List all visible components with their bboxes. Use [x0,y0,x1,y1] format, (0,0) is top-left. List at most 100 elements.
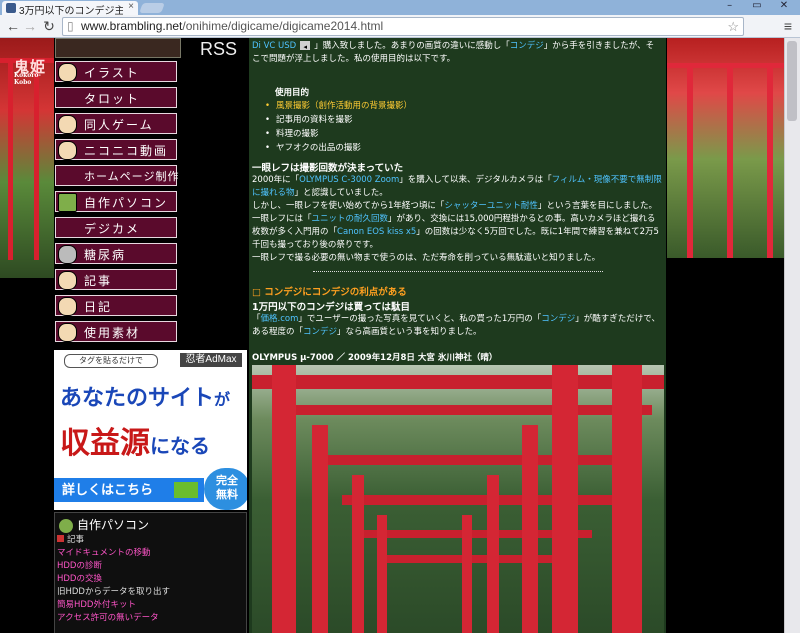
purpose-title: 使用目的 [275,88,310,98]
photo-caption: OLYMPUS μ-7000 ／ 2009年12月8日 大宮 氷川神社（晴） [252,353,498,363]
menu-item-niconico[interactable]: ニコニコ動画 [55,139,177,160]
sidebar-link-list: 記事 マイドキュメントの移動 HDDの診断 HDDの交換 旧HDDからデータを取… [57,534,170,625]
menu-item-tarot[interactable]: タロット [55,87,177,108]
inline-link[interactable]: Di VC USD [252,41,296,51]
url-host: www.brambling.net [81,19,183,33]
inline-link[interactable]: OLYMPUS C-3000 Zoom [299,175,399,185]
forward-arrow-icon[interactable]: → [22,18,38,34]
menu-item-label: タロット [84,92,141,106]
ad-banner[interactable]: タグを貼るだけで 忍者AdMax あなたのサイトが 収益源になる 詳しくはこちら… [54,350,247,510]
inline-link[interactable]: コンデジ [541,314,575,324]
menu-item-label: 同人ゲーム [84,118,154,132]
menu-item-label: 使用素材 [84,326,141,340]
window-controls: – ▭ ✕ [718,0,796,12]
logo-subtext: Kokoro-Kobo [14,72,41,86]
menu-item-label: 記事 [84,274,113,288]
menu-item-articles[interactable]: 記事 [55,269,177,290]
list-item: ヤフオクの出品の撮影 [265,141,412,155]
pc-icon [59,518,73,533]
rss-link[interactable]: RSS [200,39,237,60]
ad-free-badge: 完全 無料 [204,468,247,510]
list-item[interactable]: 簡易HDD外付キット [57,599,170,612]
ad-brand: 忍者AdMax [180,353,242,367]
sidebar-section: 自作パソコン 記事 マイドキュメントの移動 HDDの診断 HDDの交換 旧HDD… [54,512,247,633]
menu-item-homepage[interactable]: ホームページ制作 [55,165,180,186]
bookmark-star-icon[interactable]: ☆ [727,18,739,35]
maximize-icon[interactable]: ▭ [745,0,769,11]
banner-strip [55,38,181,58]
inline-link[interactable]: ユニットの耐久回数 [312,214,389,224]
tab-strip: 3万円以下のコンデジ主… × – ▭ ✕ [0,0,800,17]
ad-headline-2: 収益源になる [60,427,210,460]
inline-link[interactable]: Canon EOS kiss x5 [337,227,416,237]
new-tab-button[interactable] [139,3,165,13]
menu-item-jisaku-pc[interactable]: 自作パソコン [55,191,177,212]
reload-icon[interactable]: ↻ [41,18,57,34]
divider [313,271,603,272]
list-item: 旧HDDからデータを取り出す [57,587,170,597]
inline-link[interactable]: シャッターユニット耐性 [444,201,538,211]
list-item: 記事 [57,534,170,547]
minimize-icon[interactable]: – [718,0,742,11]
inline-link[interactable]: コンデジ [303,327,337,337]
menu-item-illust[interactable]: イラスト [55,61,177,82]
pc-icon [58,193,77,212]
menu-item-label: 糖尿病 [84,248,127,262]
menu-item-diabetes[interactable]: 糖尿病 [55,243,177,264]
menu-item-label: 日記 [84,300,113,314]
menu-icon[interactable]: ≡ [784,18,792,34]
character-icon [58,323,77,342]
inline-link[interactable]: コンデジ [510,41,544,51]
character-icon [58,141,77,160]
back-arrow-icon[interactable]: ← [5,18,21,34]
arrow-icon [174,482,198,498]
purpose-list: 風景撮影（創作活動用の背景撮影） 記事用の資料を撮影 料理の撮影 ヤフオクの出品… [265,99,412,155]
page-viewport: 鬼姫 Kokoro-Kobo RSS イラスト タロット 同人ゲーム ニコニコ動… [0,38,785,633]
menu-item-label: ホームページ制作 [84,170,180,183]
browser-tab[interactable]: 3万円以下のコンデジ主… × [2,1,138,17]
menu-item-label: デジカメ [84,222,141,236]
article-content: Di VC USD ◂ 」購入致しました。あまりの画質の違いに感動し「コンデジ」から… [249,38,666,633]
list-item[interactable]: アクセス許可の無いデータ [57,612,170,625]
menu-item-label: イラスト [84,66,140,80]
character-icon [58,271,77,290]
menu-item-diary[interactable]: 日記 [55,295,177,316]
paragraph: 「価格.com」でユーザーの撮った写真を見ていくと、私の買った1万円の「コンデジ… [252,314,660,337]
inline-link[interactable]: 価格.com [261,314,299,324]
site-logo[interactable]: 鬼姫 Kokoro-Kobo [14,56,54,86]
page-icon: ▯ [67,19,74,33]
torii-photo[interactable] [252,365,664,633]
section-heading: 一眼レフは撮影回数が決まっていた [252,163,404,174]
ad-headline-1: あなたのサイトが [60,385,231,410]
list-item: 風景撮影（創作活動用の背景撮影） [265,99,412,113]
list-item[interactable]: HDDの診断 [57,560,170,573]
meter-icon [58,245,77,264]
tab-close-icon[interactable]: × [128,1,134,12]
section-heading: 1万円以下のコンデジは買っては駄目 [252,302,410,313]
vertical-scrollbar[interactable] [784,38,800,633]
menu-item-digicame[interactable]: デジカメ [55,217,177,238]
address-bar[interactable]: ▯ www.brambling.net/onihime/digicame/digi… [62,17,744,36]
character-icon [58,297,77,316]
list-item[interactable]: マイドキュメントの移動 [57,547,170,560]
paragraph: 2000年に「OLYMPUS C-3000 Zoom」を購入して以来、デジタルカ… [252,175,662,263]
menu-item-label: 自作パソコン [84,196,169,210]
scrollbar-thumb[interactable] [787,41,797,121]
sidebar-section-title: 自作パソコン [59,516,149,534]
list-item: 記事用の資料を撮影 [265,113,412,127]
menu-item-label: ニコニコ動画 [84,144,169,158]
browser-toolbar: ← → ↻ ▯ www.brambling.net/onihime/digicam… [0,15,800,38]
favicon-icon [6,3,16,13]
ad-cta-button[interactable]: 詳しくはこちら [54,478,204,502]
list-item: 料理の撮影 [265,127,412,141]
section-heading: □ コンデジにコンデジの利点がある [252,287,407,298]
image-popup-icon[interactable]: ◂ [300,41,311,51]
close-window-icon[interactable]: ✕ [772,0,796,11]
ad-pill: タグを貼るだけで [64,354,158,368]
menu-item-doujin-game[interactable]: 同人ゲーム [55,113,177,134]
character-icon [58,63,77,82]
character-icon [58,115,77,134]
list-item[interactable]: HDDの交換 [57,573,170,586]
url-path: /onihime/digicame/digicame2014.html [182,19,384,33]
menu-item-materials[interactable]: 使用素材 [55,321,177,342]
